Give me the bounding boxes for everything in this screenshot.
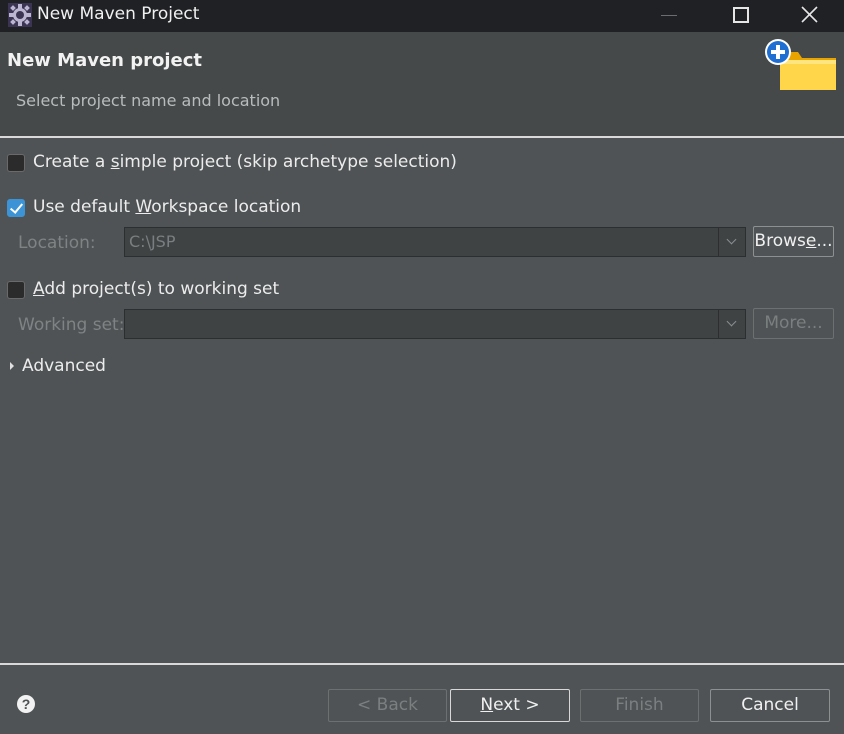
page-subtitle: Select project name and location [16,91,281,110]
new-folder-plus-icon [765,39,836,90]
minimize-button[interactable] [646,0,692,32]
window-title: New Maven Project [37,4,200,24]
close-icon [801,6,818,23]
back-button[interactable]: < Back [328,689,447,722]
finish-button[interactable]: Finish [580,689,699,722]
cancel-button[interactable]: Cancel [710,689,830,722]
simple-project-label: Create a simple project (skip archetype … [33,152,457,172]
simple-project-checkbox[interactable] [7,154,25,172]
svg-text:?: ? [22,696,31,712]
help-icon[interactable]: ? [16,694,36,714]
window-titlebar: New Maven Project [0,0,844,32]
default-workspace-label: Use default Workspace location [33,197,302,217]
working-set-combo[interactable] [124,309,746,339]
working-set-checkbox[interactable] [7,281,25,299]
wizard-header: New Maven project Select project name an… [0,32,844,136]
working-set-option-label: Add project(s) to working set [33,279,280,299]
chevron-down-icon[interactable] [718,228,745,256]
simple-project-option[interactable]: Create a simple project (skip archetype … [7,152,457,176]
default-workspace-option[interactable]: Use default Workspace location [7,197,307,221]
close-button[interactable] [786,0,832,32]
more-button[interactable]: More... [753,308,834,339]
working-set-option[interactable]: Add project(s) to working set [7,279,287,303]
location-value: C:\JSP [129,232,176,251]
default-workspace-checkbox[interactable] [7,199,25,217]
footer-separator [0,663,844,665]
expand-arrow-icon[interactable] [10,362,14,370]
eclipse-gear-icon [8,3,32,27]
header-separator [0,136,844,138]
location-combo[interactable]: C:\JSP [124,227,746,257]
page-title: New Maven project [7,50,203,71]
next-button[interactable]: Next > [450,689,570,722]
advanced-section-toggle[interactable]: Advanced [22,356,106,376]
maximize-button[interactable] [716,0,762,32]
browse-button[interactable]: Browse... [753,226,834,257]
working-set-label: Working set: [18,315,125,335]
chevron-down-icon[interactable] [718,310,745,338]
location-label: Location: [18,233,96,253]
